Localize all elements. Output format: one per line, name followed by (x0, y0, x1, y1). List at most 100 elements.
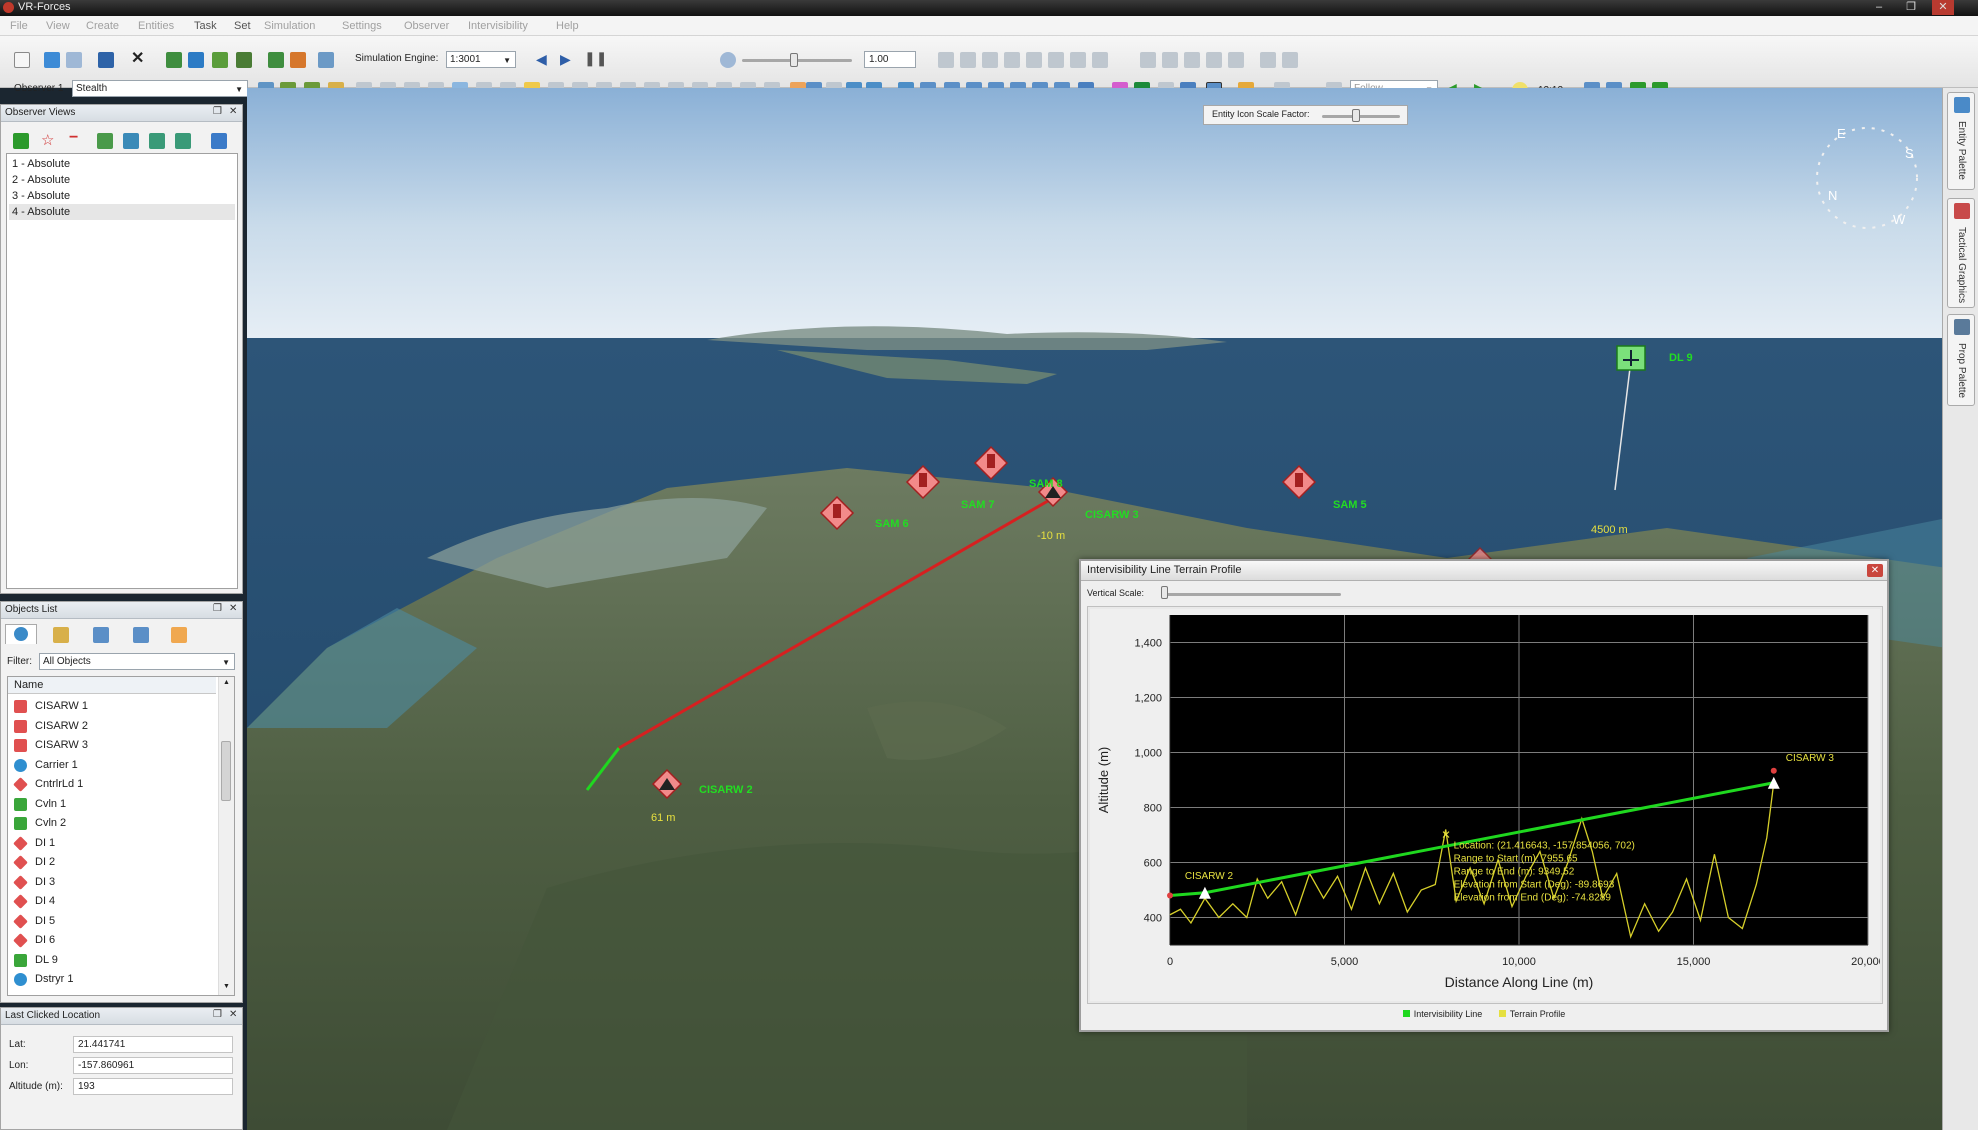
flip-icon[interactable] (1092, 52, 1108, 68)
vertical-scale-slider-thumb[interactable] (1161, 586, 1168, 599)
speed-input[interactable]: 1.00 (864, 51, 916, 68)
distribute-icon[interactable] (1004, 52, 1020, 68)
table-row[interactable]: DI 2 (10, 853, 216, 872)
close-icon[interactable]: ✕ (229, 603, 237, 614)
view-tool-a-icon[interactable] (97, 133, 113, 149)
mirror-icon[interactable] (1070, 52, 1086, 68)
float-icon[interactable]: ❐ (213, 106, 222, 117)
open-scenario-icon[interactable] (44, 52, 60, 68)
redo-icon[interactable] (1282, 52, 1298, 68)
view-tool-d-icon[interactable] (175, 133, 191, 149)
pause-icon[interactable]: ❚❚ (584, 50, 607, 67)
table-row[interactable]: CISARW 3 (10, 736, 216, 755)
tab-hierarchy-icon[interactable] (93, 627, 109, 643)
aircraft-icon[interactable] (236, 52, 252, 68)
list-item[interactable]: 4 - Absolute (9, 204, 235, 220)
float-icon[interactable]: ❐ (213, 603, 222, 614)
scroll-down-icon[interactable]: ▼ (223, 983, 230, 990)
menu-task[interactable]: Task (194, 20, 217, 32)
table-row[interactable]: CntrlrLd 1 (10, 775, 216, 794)
group-icon[interactable] (268, 52, 284, 68)
tab-tasks-icon[interactable] (171, 627, 187, 643)
icon-scale-slider[interactable] (1322, 115, 1400, 118)
play-icon[interactable]: ▶ (560, 51, 571, 68)
menu-settings[interactable]: Settings (342, 20, 382, 32)
add-view-icon[interactable] (13, 133, 29, 149)
terrain-profile-titlebar[interactable]: Intervisibility Line Terrain Profile (1081, 561, 1887, 581)
info-icon[interactable] (1162, 52, 1178, 68)
menu-help[interactable]: Help (556, 20, 579, 32)
menu-entities[interactable]: Entities (138, 20, 174, 32)
list-item[interactable]: 2 - Absolute (9, 172, 235, 188)
rewind-icon[interactable]: ◀ (536, 51, 547, 68)
table-row[interactable]: Cvln 2 (10, 814, 216, 833)
view-tool-e-icon[interactable] (211, 133, 227, 149)
vehicle-icon[interactable] (212, 52, 228, 68)
close-icon[interactable]: ✕ (229, 106, 237, 117)
dl-9-symbol[interactable] (1616, 345, 1646, 371)
objects-table[interactable]: Name ▲ ▼ CISARW 1 CISARW 2 CISARW 3 Carrier… (7, 676, 235, 996)
observer-mode-select[interactable]: Stealth ▼ (72, 80, 248, 97)
align-right-icon[interactable] (982, 52, 998, 68)
load-icon[interactable] (166, 52, 182, 68)
float-icon[interactable]: ❐ (213, 1009, 222, 1020)
new-scenario-icon[interactable] (14, 52, 30, 68)
close-scenario-icon[interactable]: ✕ (131, 48, 144, 68)
remove-view-icon[interactable]: − (69, 129, 78, 147)
network-icon[interactable] (318, 52, 334, 68)
tab-plans-icon[interactable] (53, 627, 69, 643)
menu-create[interactable]: Create (86, 20, 119, 32)
link-icon[interactable] (1184, 52, 1200, 68)
favorite-icon[interactable]: ☆ (41, 131, 54, 149)
tab-entity-palette[interactable]: Entity Palette (1947, 92, 1975, 190)
unit-icon[interactable] (290, 52, 306, 68)
table-row[interactable]: DI 1 (10, 834, 216, 853)
scrollbar[interactable]: ▲ ▼ (218, 677, 234, 995)
menu-set[interactable]: Set (234, 20, 251, 32)
group-align-icon[interactable] (1026, 52, 1042, 68)
view-tool-b-icon[interactable] (123, 133, 139, 149)
table-row[interactable]: CISARW 2 (10, 717, 216, 736)
lon-field[interactable]: -157.860961 (73, 1057, 233, 1074)
table-row[interactable]: DI 4 (10, 892, 216, 911)
table-row[interactable]: DL 9 (10, 951, 216, 970)
icon-scale-slider-thumb[interactable] (1352, 109, 1360, 122)
scrollbar-thumb[interactable] (221, 741, 231, 801)
close-icon[interactable]: ✕ (229, 1009, 237, 1020)
close-icon[interactable]: ✕ (1867, 564, 1883, 577)
snap-icon[interactable] (1140, 52, 1156, 68)
copy-scenario-icon[interactable] (66, 52, 82, 68)
view-tool-c-icon[interactable] (149, 133, 165, 149)
table-row[interactable]: CISARW 1 (10, 697, 216, 716)
sim-engine-select[interactable]: 1:3001 ▼ (446, 51, 516, 68)
menu-view[interactable]: View (46, 20, 70, 32)
table-row[interactable]: DI 3 (10, 873, 216, 892)
speed-slider-thumb[interactable] (790, 53, 798, 67)
column-header-name[interactable]: Name (8, 677, 216, 694)
table-row[interactable]: Carrier 1 (10, 756, 216, 775)
tab-prop-palette[interactable]: Prop Palette (1947, 314, 1975, 406)
filter-select[interactable]: All Objects ▼ (39, 653, 235, 670)
altitude-field[interactable]: 193 (73, 1078, 233, 1095)
tab-objects[interactable] (5, 624, 37, 644)
align-icon[interactable] (938, 52, 954, 68)
route-icon[interactable] (1228, 52, 1244, 68)
save-scenario-icon[interactable] (98, 52, 114, 68)
rotate-icon[interactable] (1048, 52, 1064, 68)
align-center-icon[interactable] (960, 52, 976, 68)
close-window-button[interactable]: ✕ (1932, 0, 1954, 15)
restore-button[interactable]: ❐ (1900, 0, 1922, 15)
tab-tactical-graphics[interactable]: Tactical Graphics (1947, 198, 1975, 308)
measure-icon[interactable] (1206, 52, 1222, 68)
undo-icon[interactable] (1260, 52, 1276, 68)
terrain-profile-chart[interactable]: 400 600 800 1,000 1,200 1,400 0 5,000 10,000 15,0… (1090, 609, 1880, 1001)
scroll-up-icon[interactable]: ▲ (223, 679, 230, 686)
observer-views-list[interactable]: 1 - Absolute 2 - Absolute 3 - Absolute 4… (6, 153, 238, 589)
minimize-button[interactable]: – (1868, 0, 1890, 15)
table-row[interactable]: Cvln 1 (10, 795, 216, 814)
menu-intervisibility[interactable]: Intervisibility (468, 20, 528, 32)
lat-field[interactable]: 21.441741 (73, 1036, 233, 1053)
list-item[interactable]: 1 - Absolute (9, 156, 235, 172)
table-row[interactable]: Dstryr 1 (10, 970, 216, 989)
table-row[interactable]: DI 5 (10, 912, 216, 931)
